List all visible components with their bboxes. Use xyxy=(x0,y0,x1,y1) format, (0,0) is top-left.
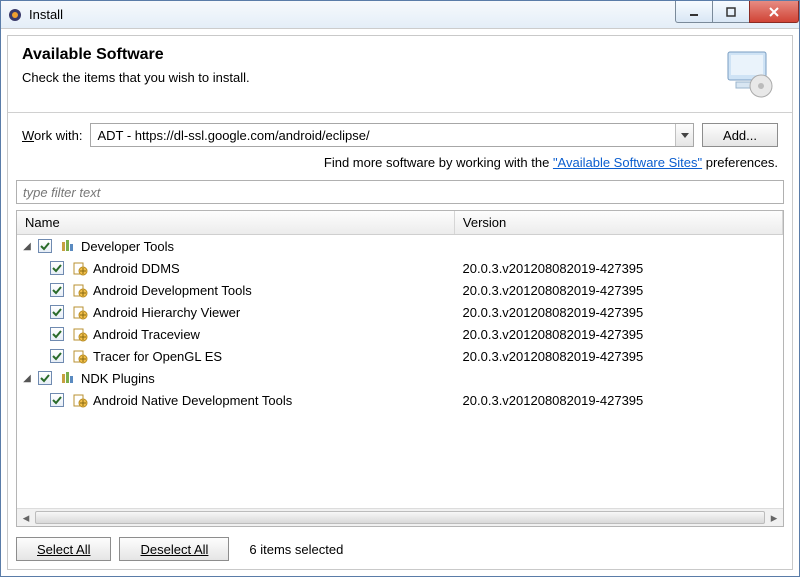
row-label: Android Hierarchy Viewer xyxy=(93,305,240,320)
window-title: Install xyxy=(29,7,676,22)
expand-icon[interactable]: ◢ xyxy=(21,373,33,384)
checkbox[interactable] xyxy=(50,349,64,363)
row-version: 20.0.3.v201208082019-427395 xyxy=(455,261,783,276)
minimize-button[interactable] xyxy=(675,1,713,23)
chevron-down-icon[interactable] xyxy=(675,124,693,146)
row-label: NDK Plugins xyxy=(81,371,155,386)
install-window: Install Available Software Check the ite… xyxy=(0,0,800,577)
tree-item-row[interactable]: Android Development Tools 20.0.3.v2012080… xyxy=(17,279,783,301)
software-tree: Name Version ◢ Developer Tools Android DDM… xyxy=(16,210,784,527)
row-label: Developer Tools xyxy=(81,239,174,254)
tree-item-row[interactable]: Tracer for OpenGL ES 20.0.3.v201208082019… xyxy=(17,345,783,367)
dialog-body: Available Software Check the items that … xyxy=(7,35,793,570)
banner: Available Software Check the items that … xyxy=(8,36,792,113)
checkbox[interactable] xyxy=(38,239,52,253)
sites-hint: Find more software by working with the "… xyxy=(8,151,792,180)
app-icon xyxy=(7,7,23,23)
feature-icon xyxy=(72,282,88,298)
feature-icon xyxy=(72,348,88,364)
row-version: 20.0.3.v201208082019-427395 xyxy=(455,283,783,298)
tree-item-row[interactable]: Android DDMS 20.0.3.v201208082019-427395 xyxy=(17,257,783,279)
scroll-track[interactable] xyxy=(35,509,765,526)
feature-icon xyxy=(72,392,88,408)
filter-input[interactable]: type filter text xyxy=(16,180,784,204)
selection-status: 6 items selected xyxy=(249,542,343,557)
available-sites-link[interactable]: "Available Software Sites" xyxy=(553,155,702,170)
checkbox[interactable] xyxy=(50,327,64,341)
work-with-row: Work with: ADT - https://dl-ssl.google.c… xyxy=(8,113,792,151)
install-wizard-icon xyxy=(718,46,778,100)
column-name[interactable]: Name xyxy=(17,211,455,234)
feature-icon xyxy=(72,304,88,320)
maximize-button[interactable] xyxy=(712,1,750,23)
work-with-combo[interactable]: ADT - https://dl-ssl.google.com/android/… xyxy=(90,123,694,147)
row-version: 20.0.3.v201208082019-427395 xyxy=(455,327,783,342)
row-label: Android Development Tools xyxy=(93,283,252,298)
titlebar: Install xyxy=(1,1,799,29)
footer: Select All Deselect All 6 items selected xyxy=(8,529,792,569)
work-with-label: Work with: xyxy=(22,128,82,143)
add-button[interactable]: Add... xyxy=(702,123,778,147)
scroll-right-icon[interactable]: ▸ xyxy=(765,509,783,526)
row-label: Tracer for OpenGL ES xyxy=(93,349,222,364)
work-with-value: ADT - https://dl-ssl.google.com/android/… xyxy=(91,128,675,143)
close-button[interactable] xyxy=(749,1,799,23)
tree-item-row[interactable]: Android Traceview 20.0.3.v201208082019-42… xyxy=(17,323,783,345)
checkbox[interactable] xyxy=(50,283,64,297)
tree-body[interactable]: ◢ Developer Tools Android DDMS 20.0.3.v2012… xyxy=(17,235,783,508)
row-label: Android Native Development Tools xyxy=(93,393,292,408)
feature-icon xyxy=(72,260,88,276)
table-header: Name Version xyxy=(17,211,783,235)
checkbox[interactable] xyxy=(38,371,52,385)
row-version: 20.0.3.v201208082019-427395 xyxy=(455,305,783,320)
row-version: 20.0.3.v201208082019-427395 xyxy=(455,349,783,364)
tree-category-row[interactable]: ◢ NDK Plugins xyxy=(17,367,783,389)
filter-placeholder: type filter text xyxy=(23,185,100,200)
category-icon xyxy=(60,370,76,386)
feature-icon xyxy=(72,326,88,342)
row-label: Android Traceview xyxy=(93,327,200,342)
scroll-left-icon[interactable]: ◂ xyxy=(17,509,35,526)
select-all-button[interactable]: Select All xyxy=(16,537,111,561)
checkbox[interactable] xyxy=(50,305,64,319)
expand-icon[interactable]: ◢ xyxy=(21,241,33,252)
tree-item-row[interactable]: Android Hierarchy Viewer 20.0.3.v20120808… xyxy=(17,301,783,323)
deselect-all-button[interactable]: Deselect All xyxy=(119,537,229,561)
row-label: Android DDMS xyxy=(93,261,180,276)
tree-category-row[interactable]: ◢ Developer Tools xyxy=(17,235,783,257)
row-version: 20.0.3.v201208082019-427395 xyxy=(455,393,783,408)
page-subtitle: Check the items that you wish to install… xyxy=(22,70,718,85)
horizontal-scrollbar[interactable]: ◂ ▸ xyxy=(17,508,783,526)
tree-item-row[interactable]: Android Native Development Tools 20.0.3.v… xyxy=(17,389,783,411)
scroll-thumb[interactable] xyxy=(35,511,765,524)
window-controls xyxy=(676,1,799,28)
category-icon xyxy=(60,238,76,254)
page-title: Available Software xyxy=(22,46,718,64)
column-version[interactable]: Version xyxy=(455,211,783,234)
checkbox[interactable] xyxy=(50,393,64,407)
checkbox[interactable] xyxy=(50,261,64,275)
